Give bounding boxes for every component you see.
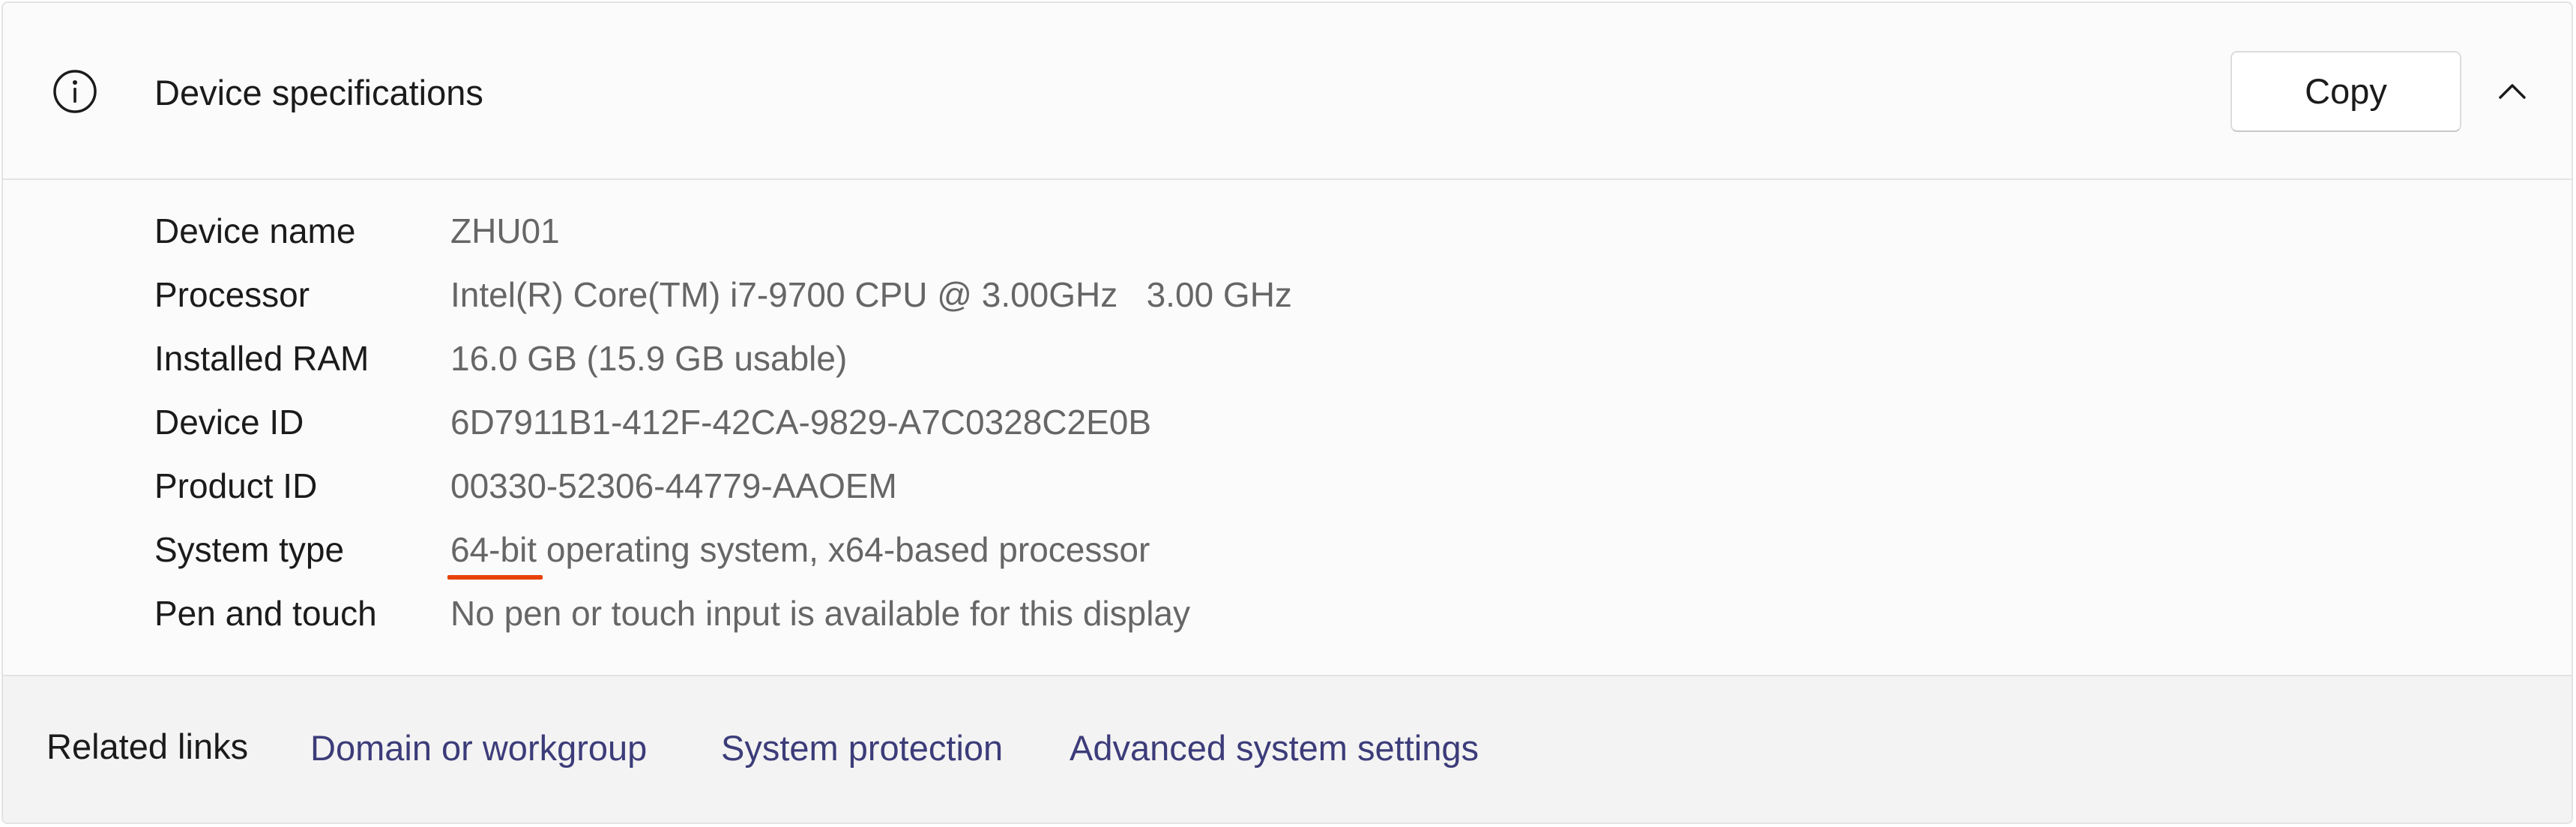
highlighted-text: 64-bit	[447, 529, 543, 580]
copy-button[interactable]: Copy	[2230, 51, 2461, 132]
spec-label: Processor	[154, 275, 310, 314]
link-system-protection[interactable]: System protection	[721, 727, 1003, 769]
chevron-up-icon[interactable]	[2488, 67, 2536, 115]
spec-value: 6D7911B1-412F-42CA-9829-A7C0328C2E0B	[450, 403, 1152, 442]
red-underline-annotation	[447, 575, 543, 580]
link-advanced-system-settings[interactable]: Advanced system settings	[1070, 727, 1479, 769]
related-links-title: Related links	[46, 727, 249, 766]
spec-label: Device name	[154, 211, 356, 250]
spec-row-processor: Processor Intel(R) Core(TM) i7-9700 CPU …	[3, 263, 2572, 327]
spec-value-rest: operating system, x64-based processor	[537, 530, 1150, 569]
spec-row-system-type: System type 64-bit operating system, x64…	[3, 518, 2572, 582]
section-title: Device specifications	[154, 73, 483, 112]
specifications-list: Device name ZHU01 Processor Intel(R) Cor…	[3, 180, 2572, 676]
highlight-word: 64-bit	[450, 530, 537, 569]
spec-value: No pen or touch input is available for t…	[450, 594, 1191, 633]
device-specifications-header[interactable]: Device specifications Copy	[3, 3, 2572, 180]
related-links-bar: Related links Domain or workgroup System…	[3, 675, 2572, 823]
spec-row-product-id: Product ID 00330-52306-44779-AAOEM	[3, 454, 2572, 518]
spec-row-pen-and-touch: Pen and touch No pen or touch input is a…	[3, 582, 2572, 646]
link-domain-or-workgroup[interactable]: Domain or workgroup	[310, 727, 647, 769]
spec-label: Pen and touch	[154, 594, 377, 633]
spec-value: 64-bit operating system, x64-based proce…	[447, 529, 1150, 580]
spec-row-device-id: Device ID 6D7911B1-412F-42CA-9829-A7C032…	[3, 391, 2572, 454]
spec-row-device-name: Device name ZHU01	[3, 199, 2572, 263]
spec-value: 16.0 GB (15.9 GB usable)	[450, 339, 848, 378]
spec-value: ZHU01	[450, 211, 560, 250]
spec-label: Device ID	[154, 403, 304, 442]
spec-value: 00330-52306-44779-AAOEM	[450, 466, 897, 505]
spec-label: Product ID	[154, 466, 318, 505]
device-specifications-card: Device specifications Copy Device name Z…	[1, 1, 2573, 824]
spec-row-installed-ram: Installed RAM 16.0 GB (15.9 GB usable)	[3, 327, 2572, 391]
spec-value: Intel(R) Core(TM) i7-9700 CPU @ 3.00GHz …	[450, 275, 1292, 314]
spec-label: Installed RAM	[154, 339, 369, 378]
info-icon	[53, 70, 97, 113]
spec-label: System type	[154, 530, 345, 569]
